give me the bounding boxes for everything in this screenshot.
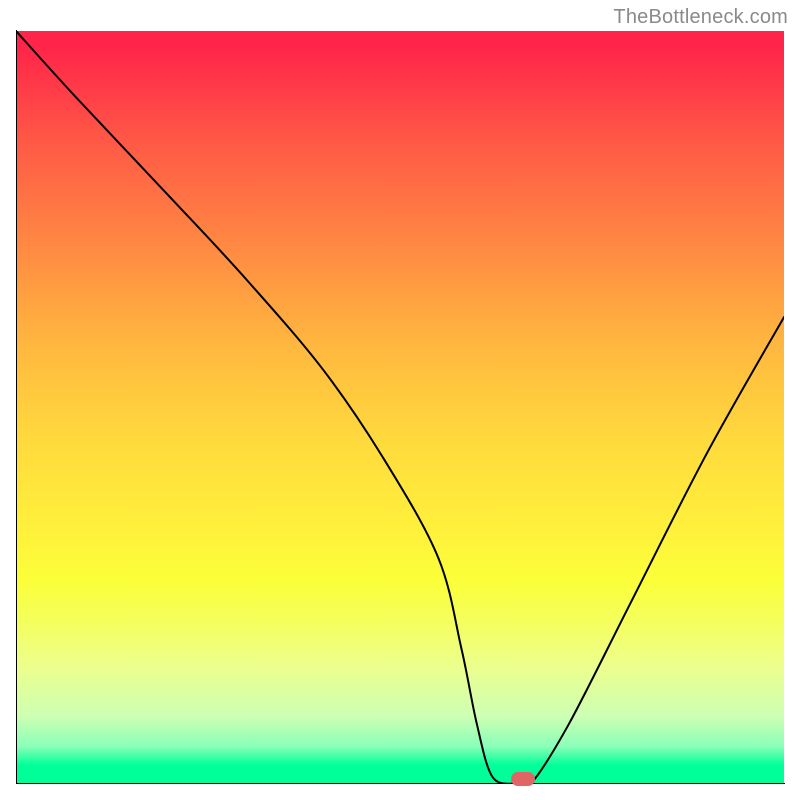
- attribution-text: TheBottleneck.com: [613, 6, 788, 29]
- chart-plot-area: [16, 31, 784, 784]
- bottleneck-curve-path: [16, 31, 784, 784]
- optimal-point-marker: [511, 772, 535, 786]
- bottleneck-curve-svg: [16, 31, 784, 784]
